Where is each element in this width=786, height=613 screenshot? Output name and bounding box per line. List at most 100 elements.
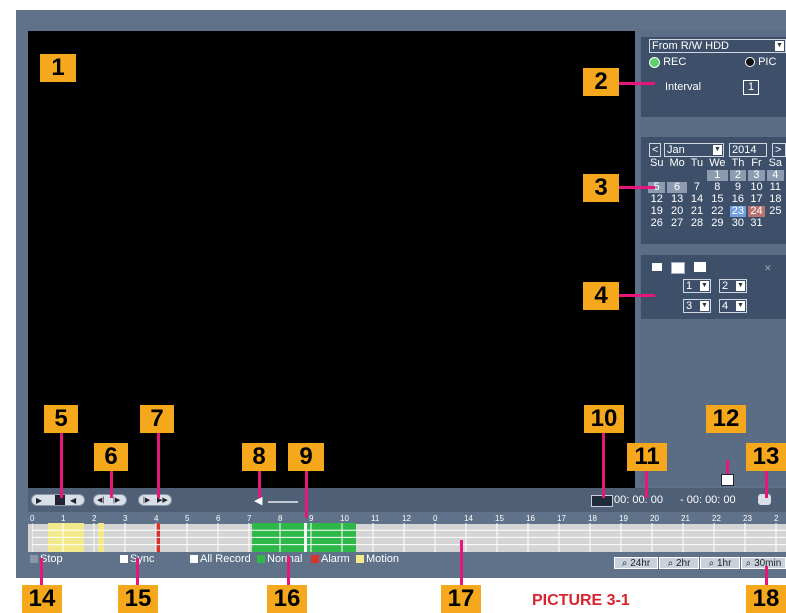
channel-select-3[interactable]: 3 ▼ xyxy=(683,299,711,313)
nine-view-icon[interactable] xyxy=(694,262,706,272)
quad-view-icon[interactable] xyxy=(671,262,685,274)
calendar-week: 1234 xyxy=(648,170,785,181)
calendar-week: 5 6 7 8 9 10 11 xyxy=(648,182,784,193)
channel-value: 4 xyxy=(722,300,729,312)
callout-12: 12 xyxy=(706,405,746,433)
prev-month-button[interactable]: < xyxy=(649,143,661,157)
source-select[interactable]: From R/W HDD ▼ xyxy=(649,39,786,53)
chevron-down-icon: ▼ xyxy=(700,281,709,291)
reverse-play-icon[interactable]: ◀ xyxy=(70,496,76,505)
pointer-line xyxy=(726,460,729,474)
timeline-tick-label: 9 xyxy=(309,514,314,523)
callout-9: 9 xyxy=(288,443,324,471)
fullscreen-icon[interactable] xyxy=(721,474,734,486)
radio-unselected-icon xyxy=(745,57,755,68)
timeline-tick-label: 21 xyxy=(681,514,690,523)
time-end[interactable]: - 00: 00: 00 xyxy=(680,494,736,506)
next-month-button[interactable]: > xyxy=(772,143,786,157)
calendar-day[interactable]: 2 xyxy=(729,170,747,181)
channel-select-2[interactable]: 2 ▼ xyxy=(719,279,747,293)
calendar-day[interactable]: 16 xyxy=(730,194,747,205)
zoom-1hr-button[interactable]: ⌕ 1hr xyxy=(700,557,740,569)
calendar-day[interactable]: 29 xyxy=(707,218,727,229)
calendar-day[interactable]: 10 xyxy=(748,182,764,193)
normal-checkbox[interactable]: Normal xyxy=(257,553,302,565)
timeline-tick-label: 14 xyxy=(464,514,473,523)
zoom-label: 2hr xyxy=(675,558,691,569)
timeline-tick-label: 15 xyxy=(495,514,504,523)
calendar-day[interactable]: 13 xyxy=(667,194,686,205)
callout-11: 11 xyxy=(627,443,667,471)
calendar-day[interactable]: 7 xyxy=(689,182,705,193)
pic-radio[interactable]: PIC xyxy=(745,56,776,68)
single-view-icon[interactable] xyxy=(652,263,662,271)
zoom-label: 24hr xyxy=(630,558,651,569)
all-record-label: All Record xyxy=(200,553,251,565)
weekday-label: Tu xyxy=(690,157,704,169)
callout-4: 4 xyxy=(583,282,619,310)
prev-frame-icon[interactable]: ◀| xyxy=(97,496,104,504)
callout-10: 10 xyxy=(584,405,624,433)
time-start[interactable]: 00: 00: 00 xyxy=(614,494,663,506)
calendar-day[interactable]: 26 xyxy=(648,218,665,229)
close-icon[interactable]: ✕ xyxy=(764,263,772,274)
calendar-day[interactable]: 11 xyxy=(767,182,784,193)
alarm-checkbox[interactable]: Alarm xyxy=(311,553,350,565)
stop-checkbox[interactable]: Stop xyxy=(30,553,63,565)
normal-label: Normal xyxy=(267,553,303,565)
callout-13: 13 xyxy=(746,443,786,471)
video-display[interactable] xyxy=(28,31,635,488)
zoom-2hr-button[interactable]: ⌕ 2hr xyxy=(659,557,699,569)
zoom-24hr-button[interactable]: ⌕ 24hr xyxy=(614,557,658,569)
calendar-week: 26 27 28 29 30 31 xyxy=(648,218,784,229)
calendar-day[interactable]: 28 xyxy=(689,218,705,229)
interval-value[interactable]: 1 xyxy=(743,80,759,95)
calendar-day[interactable]: 17 xyxy=(748,194,764,205)
year-field[interactable]: 2014 xyxy=(729,143,767,157)
pointer-line xyxy=(305,470,308,518)
checkbox-checked-icon xyxy=(120,555,128,564)
calendar-day[interactable]: 9 xyxy=(730,182,747,193)
calendar-day[interactable]: 23 xyxy=(729,206,747,217)
month-select[interactable]: Jan ▼ xyxy=(664,143,724,157)
volume-slider[interactable] xyxy=(268,501,298,503)
all-record-checkbox[interactable]: All Record xyxy=(190,553,251,565)
calendar-day[interactable]: 15 xyxy=(707,194,727,205)
calendar-day[interactable]: 31 xyxy=(748,218,764,229)
calendar-day[interactable]: 4 xyxy=(766,170,785,181)
calendar-day[interactable]: 30 xyxy=(730,218,747,229)
chevron-down-icon: ▼ xyxy=(713,145,722,155)
zoom-30min-button[interactable]: ⌕ 30min xyxy=(741,557,786,569)
timeline-tick-label: 23 xyxy=(743,514,752,523)
channel-select-4[interactable]: 4 ▼ xyxy=(719,299,747,313)
calendar-day[interactable]: 20 xyxy=(667,206,686,217)
timeline-tick-label: 20 xyxy=(650,514,659,523)
channel-select-1[interactable]: 1 ▼ xyxy=(683,279,711,293)
calendar-day[interactable]: 3 xyxy=(748,170,765,181)
pointer-line xyxy=(645,470,648,498)
pointer-line xyxy=(40,558,43,588)
calendar-day[interactable]: 12 xyxy=(648,194,665,205)
calendar-day[interactable]: 19 xyxy=(648,206,665,217)
calendar-day[interactable]: 22 xyxy=(707,206,727,217)
timeline-tick-label: 7 xyxy=(247,514,252,523)
calendar-day[interactable]: 14 xyxy=(689,194,705,205)
play-icon[interactable]: ▶ xyxy=(36,496,42,505)
alarm-label: Alarm xyxy=(321,553,350,565)
rec-radio[interactable]: REC xyxy=(649,56,686,68)
motion-checkbox[interactable]: Motion xyxy=(356,553,399,565)
callout-16: 16 xyxy=(267,585,307,613)
checkbox-checked-icon xyxy=(356,555,364,564)
calendar-day[interactable]: 6 xyxy=(667,182,687,193)
slow-icon[interactable]: |▶ xyxy=(143,496,150,504)
calendar-day[interactable]: 8 xyxy=(707,182,727,193)
calendar-day[interactable]: 27 xyxy=(667,218,686,229)
checkbox-checked-icon xyxy=(190,555,198,564)
calendar-day[interactable]: 25 xyxy=(767,206,784,217)
calendar-day[interactable]: 24 xyxy=(748,206,765,217)
calendar-day[interactable]: 18 xyxy=(767,194,784,205)
next-frame-icon[interactable]: |▶ xyxy=(113,496,120,504)
calendar-day[interactable]: 21 xyxy=(689,206,705,217)
calendar-grid: Su Mo Tu We Th Fr Sa 1 2 3 4 5 6 7 8 9 10 11 12 13 14 15 16 17… xyxy=(646,157,786,230)
calendar-day[interactable]: 1 xyxy=(707,170,728,181)
